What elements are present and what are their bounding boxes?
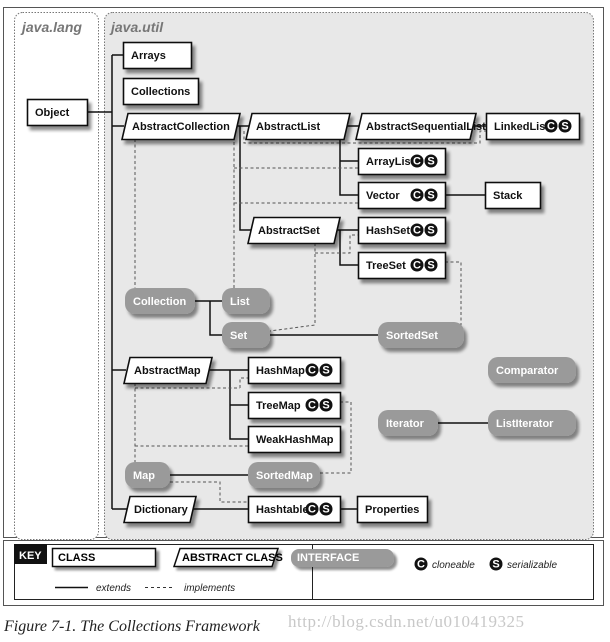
- node-hashtable: Hashtable SC: [247, 495, 342, 524]
- node-map: Map: [125, 462, 170, 488]
- cloneable-icon-glyph: C: [413, 190, 421, 202]
- node-label: Collection: [133, 296, 186, 308]
- node-label: AbstractList: [256, 121, 321, 133]
- node-label: Collections: [131, 86, 190, 98]
- node-label: AbstractCollection: [132, 121, 230, 133]
- node-array-list: ArrayList SC: [357, 147, 447, 176]
- node-label: AbstractSet: [258, 225, 320, 237]
- node-label: LinkedList: [494, 121, 549, 133]
- package-java-lang: [14, 12, 99, 540]
- serializable-icon-glyph: S: [427, 190, 434, 202]
- node-vector: Vector SC: [357, 181, 447, 210]
- key-interface-label: INTERFACE: [297, 552, 359, 564]
- node-list: List: [222, 288, 270, 314]
- node-comparator: Comparator: [488, 357, 576, 383]
- cloneable-icon-glyph: C: [308, 400, 316, 412]
- watermark: http://blog.csdn.net/u010419325: [288, 612, 525, 631]
- node-dictionary: Dictionary: [122, 495, 198, 524]
- node-label: ListIterator: [496, 418, 554, 430]
- serializable-icon-glyph: S: [492, 559, 499, 571]
- node-linked-list: LinkedList SC: [485, 112, 581, 141]
- node-tree-map: TreeMap SC: [247, 391, 342, 420]
- node-hash-set: HashSet SC: [357, 216, 447, 245]
- key-title: KEY: [19, 550, 42, 562]
- node-iterator: Iterator: [378, 410, 438, 436]
- node-label: Hashtable: [256, 504, 309, 516]
- serializable-icon-glyph: S: [561, 121, 568, 133]
- node-label: Map: [133, 470, 155, 482]
- serializable-icon-glyph: S: [427, 156, 434, 168]
- node-label: SortedMap: [256, 470, 313, 482]
- cloneable-icon-glyph: C: [413, 260, 421, 272]
- node-collection: Collection: [125, 288, 195, 314]
- node-label: Dictionary: [134, 504, 189, 516]
- key-implements-label: implements: [184, 583, 235, 594]
- cloneable-icon-glyph: C: [308, 365, 316, 377]
- cloneable-icon-glyph: C: [308, 504, 316, 516]
- node-properties: Properties: [356, 495, 429, 524]
- figure-caption: Figure 7-1. The Collections Framework: [4, 618, 260, 635]
- key-cloneable-label: cloneable: [432, 560, 475, 571]
- serializable-icon-glyph: S: [322, 365, 329, 377]
- node-label: Properties: [365, 504, 419, 516]
- node-label: Set: [230, 330, 247, 342]
- serializable-icon-glyph: S: [427, 260, 434, 272]
- package-label-util: java.util: [109, 19, 164, 35]
- node-tree-set: TreeSet SC: [357, 251, 447, 280]
- cloneable-icon-glyph: C: [413, 225, 421, 237]
- node-label: AbstractMap: [134, 365, 201, 377]
- key-legend: KEY CLASS ABSTRACT CLASS INTERFACE C clo…: [3, 540, 604, 606]
- key-class-label: CLASS: [58, 552, 95, 564]
- node-stack: Stack: [484, 181, 542, 210]
- package-label-lang: java.lang: [20, 19, 82, 35]
- node-arrays: Arrays: [122, 41, 193, 70]
- node-label: Arrays: [131, 50, 166, 62]
- node-label: List: [230, 296, 250, 308]
- key-abstract-label: ABSTRACT CLASS: [182, 552, 283, 564]
- serializable-icon-glyph: S: [322, 504, 329, 516]
- node-label: ArrayList: [366, 156, 415, 168]
- cloneable-icon-glyph: C: [547, 121, 555, 133]
- node-label: TreeMap: [256, 400, 301, 412]
- node-collections: Collections: [122, 77, 200, 106]
- serializable-icon-glyph: S: [427, 225, 434, 237]
- node-abstract-map: AbstractMap: [122, 356, 214, 385]
- key-serializable-label: serializable: [507, 560, 557, 571]
- node-label: Comparator: [496, 365, 559, 377]
- node-label: Vector: [366, 190, 400, 202]
- node-hash-map: HashMap SC: [247, 356, 342, 385]
- node-abstract-sequential-list: AbstractSequentialList: [354, 112, 486, 141]
- node-weak-hash-map: WeakHashMap: [247, 425, 342, 454]
- node-list-iterator: ListIterator: [488, 410, 576, 436]
- node-label: Iterator: [386, 418, 425, 430]
- node-abstract-list: AbstractList: [244, 112, 352, 141]
- node-label: AbstractSequentialList: [366, 121, 486, 133]
- key-extends-label: extends: [96, 583, 131, 594]
- node-object: Object: [26, 98, 89, 127]
- cloneable-icon-glyph: C: [413, 156, 421, 168]
- node-abstract-set: AbstractSet: [246, 216, 342, 245]
- node-sorted-map: SortedMap: [248, 462, 320, 488]
- node-abstract-collection: AbstractCollection: [120, 112, 242, 141]
- serializable-icon-glyph: S: [322, 400, 329, 412]
- cloneable-icon-glyph: C: [417, 559, 425, 571]
- node-label: HashMap: [256, 365, 305, 377]
- node-label: Object: [35, 107, 70, 119]
- node-label: HashSet: [366, 225, 410, 237]
- node-label: SortedSet: [386, 330, 438, 342]
- node-set: Set: [222, 322, 270, 348]
- node-label: WeakHashMap: [256, 434, 334, 446]
- node-sorted-set: SortedSet: [378, 322, 464, 348]
- node-label: Stack: [493, 190, 523, 202]
- node-label: TreeSet: [366, 260, 406, 272]
- collections-framework-diagram: java.lang java.util Object Arrays Collecti…: [3, 7, 604, 540]
